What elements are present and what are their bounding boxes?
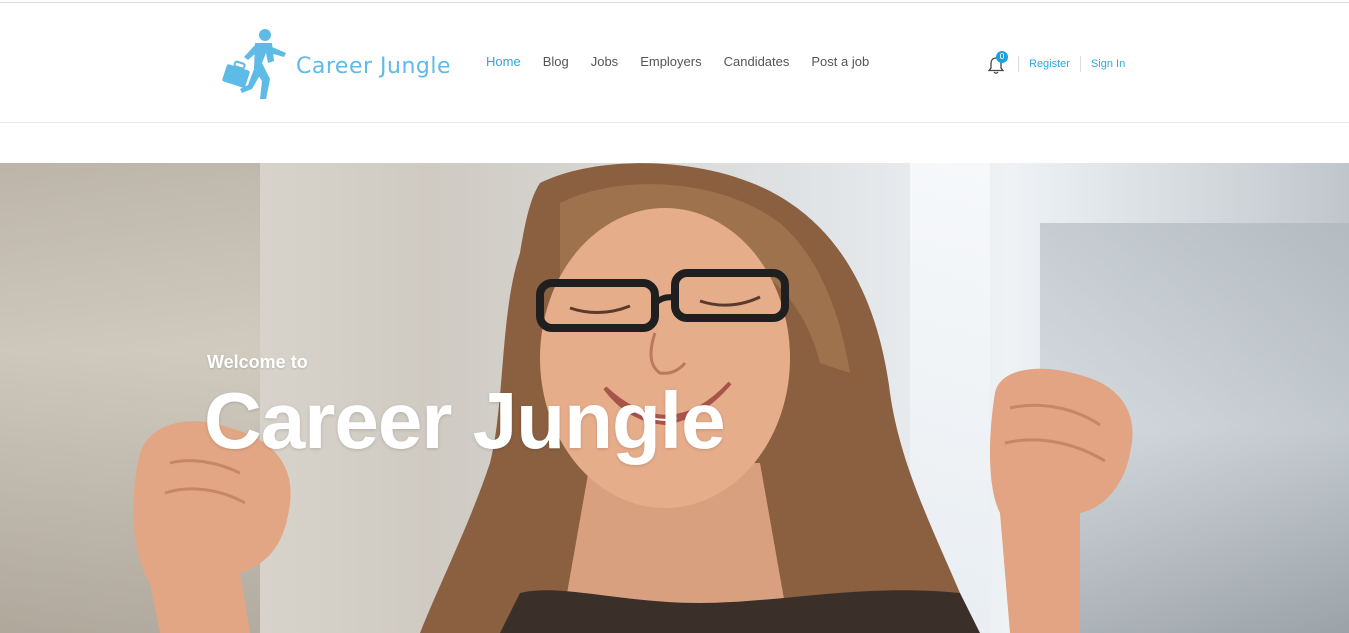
notifications-button[interactable]: 0 (986, 51, 1008, 76)
register-link[interactable]: Register (1029, 58, 1070, 70)
nav-blog[interactable]: Blog (543, 53, 569, 71)
notification-count-badge: 0 (996, 51, 1008, 63)
logo[interactable]: Career Jungle (222, 27, 451, 101)
hero-eyebrow: Welcome to (207, 352, 308, 372)
nav-candidates[interactable]: Candidates (724, 53, 790, 71)
sign-in-link[interactable]: Sign In (1091, 58, 1125, 70)
nav-home[interactable]: Home (486, 53, 521, 71)
nav-jobs[interactable]: Jobs (591, 53, 618, 71)
hero-title: Career Jungle (204, 376, 726, 465)
site-header: Career Jungle Home Blog Jobs Employers C… (0, 3, 1349, 123)
hero-banner: Welcome to Career Jungle (0, 163, 1349, 633)
divider (1018, 56, 1019, 72)
main-nav: Home Blog Jobs Employers Candidates Post… (486, 53, 891, 71)
divider (1079, 56, 1081, 72)
nav-employers[interactable]: Employers (640, 53, 701, 71)
brand-name: Career Jungle (296, 54, 451, 79)
running-businessman-icon (222, 29, 286, 99)
header-spacer (0, 123, 1349, 163)
header-tools: 0 Register Sign In (986, 47, 1125, 81)
nav-post-a-job[interactable]: Post a job (811, 53, 869, 71)
